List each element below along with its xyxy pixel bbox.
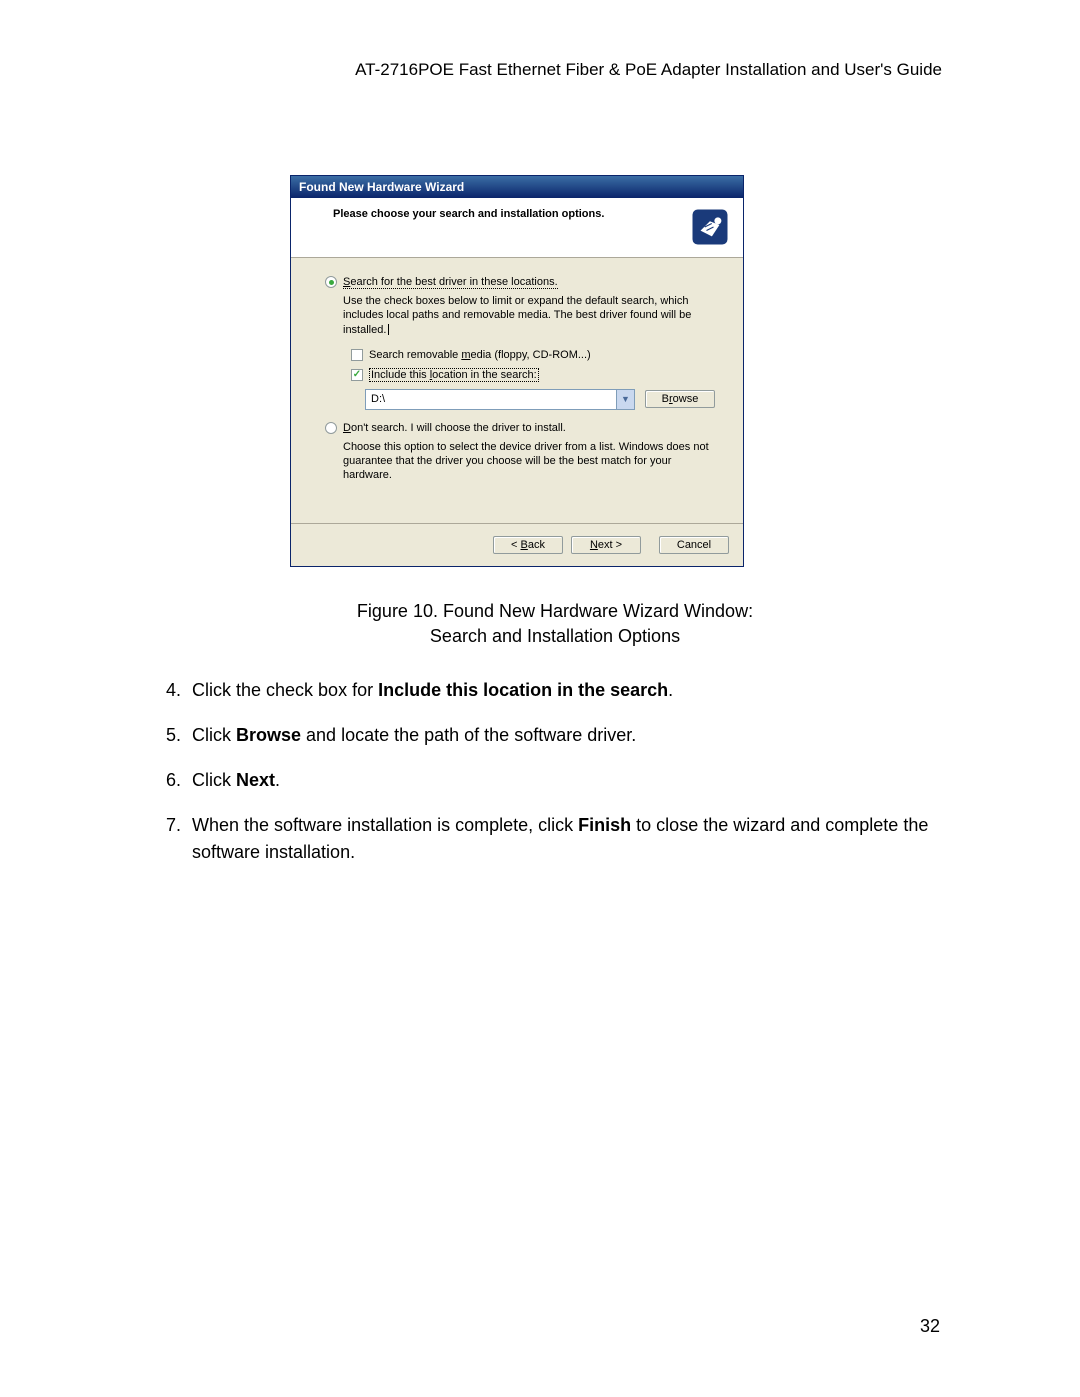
step-7: When the software installation is comple… xyxy=(186,812,950,866)
instruction-steps: Click the check box for Include this loc… xyxy=(160,677,950,866)
dialog-title-bar: Found New Hardware Wizard xyxy=(291,176,743,198)
radio-search-best-driver[interactable]: Search for the best driver in these loca… xyxy=(325,276,715,288)
dialog-footer: < Back Next > Cancel xyxy=(291,523,743,566)
checkbox-include-location[interactable]: Include this location in the search: xyxy=(351,369,715,381)
chevron-down-icon[interactable]: ▼ xyxy=(616,390,634,409)
radio-dont-search[interactable]: Don't search. I will choose the driver t… xyxy=(325,422,715,434)
page-number: 32 xyxy=(920,1316,940,1337)
step-6: Click Next. xyxy=(186,767,950,794)
radio-unselected-icon xyxy=(325,422,337,434)
text-cursor-icon xyxy=(388,324,389,335)
document-header: AT-2716POE Fast Ethernet Fiber & PoE Ada… xyxy=(160,60,950,80)
dont-search-description: Choose this option to select the device … xyxy=(343,440,715,483)
step-5: Click Browse and locate the path of the … xyxy=(186,722,950,749)
hardware-icon xyxy=(689,206,731,248)
checkbox-include-label: Include this location in the search: xyxy=(369,369,539,381)
step-4: Click the check box for Include this loc… xyxy=(186,677,950,704)
location-path-value: D:\ xyxy=(366,390,616,409)
checkbox-checked-icon xyxy=(351,369,363,381)
radio-search-label: Search for the best driver in these loca… xyxy=(343,276,558,288)
location-path-combobox[interactable]: D:\ ▼ xyxy=(365,389,635,410)
checkbox-removable-label: Search removable media (floppy, CD-ROM..… xyxy=(369,349,591,361)
browse-button[interactable]: Browse xyxy=(645,390,715,408)
dialog-body: Search for the best driver in these loca… xyxy=(291,258,743,523)
figure-caption: Figure 10. Found New Hardware Wizard Win… xyxy=(160,599,950,649)
checkbox-unchecked-icon xyxy=(351,349,363,361)
radio-selected-icon xyxy=(325,276,337,288)
cancel-button[interactable]: Cancel xyxy=(659,536,729,554)
dialog-header: Please choose your search and installati… xyxy=(291,198,743,258)
next-button[interactable]: Next > xyxy=(571,536,641,554)
radio-dont-search-label: Don't search. I will choose the driver t… xyxy=(343,422,566,434)
dialog-subtitle: Please choose your search and installati… xyxy=(333,208,731,220)
search-description: Use the check boxes below to limit or ex… xyxy=(343,294,715,337)
found-new-hardware-wizard-dialog: Found New Hardware Wizard Please choose … xyxy=(290,175,744,567)
back-button[interactable]: < Back xyxy=(493,536,563,554)
checkbox-removable-media[interactable]: Search removable media (floppy, CD-ROM..… xyxy=(351,349,715,361)
